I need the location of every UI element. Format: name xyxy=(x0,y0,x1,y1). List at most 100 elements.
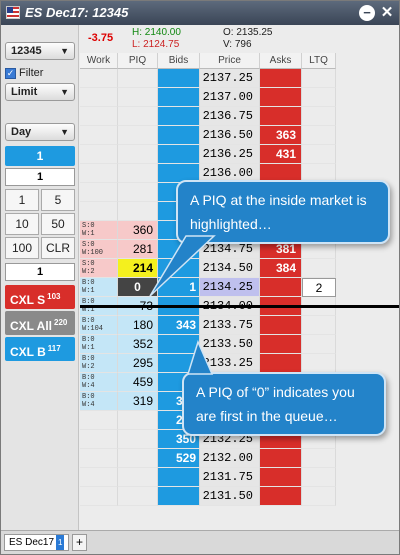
price-cell[interactable]: 2133.50 xyxy=(200,335,260,354)
bid-cell[interactable] xyxy=(158,126,200,145)
bid-cell[interactable] xyxy=(158,354,200,373)
ask-cell[interactable] xyxy=(260,354,302,373)
filter-checkbox[interactable]: ✓ Filter xyxy=(5,67,43,79)
cancel-buys-button[interactable]: CXL B 117 xyxy=(5,337,75,361)
tab-badge: 1 xyxy=(56,535,65,550)
session-volume: V: 796 xyxy=(223,39,252,50)
bid-cell[interactable] xyxy=(158,69,200,88)
clear-button[interactable]: CLR xyxy=(41,237,75,259)
price-cell[interactable]: 2133.25 xyxy=(200,354,260,373)
bid-cell[interactable] xyxy=(158,88,200,107)
bid-cell[interactable] xyxy=(158,107,200,126)
tif-select[interactable]: Day ▼ xyxy=(5,123,75,141)
ladder-row: 2131.50 xyxy=(80,487,399,506)
bid-cell[interactable] xyxy=(158,145,200,164)
qty-button-1[interactable]: 1 xyxy=(5,189,39,211)
working-orders-cell xyxy=(80,468,118,487)
workspace-tab-bar: ES Dec17 1 + xyxy=(1,530,399,554)
working-orders-cell xyxy=(80,449,118,468)
ask-cell[interactable] xyxy=(260,449,302,468)
bid-cell[interactable]: 529 xyxy=(158,449,200,468)
default-quantity-field[interactable]: 1 xyxy=(5,263,75,281)
column-header-asks[interactable]: Asks xyxy=(260,53,302,69)
ltq-cell xyxy=(302,335,336,354)
column-header-ltq[interactable]: LTQ xyxy=(302,53,336,69)
column-header-work[interactable]: Work xyxy=(80,53,118,69)
working-orders-cell: S:0 W:1 xyxy=(80,221,118,240)
working-orders-cell xyxy=(80,145,118,164)
bid-cell[interactable]: 343 xyxy=(158,316,200,335)
ask-cell[interactable] xyxy=(260,107,302,126)
cancel-all-button[interactable]: CXL All 220 xyxy=(5,311,75,335)
price-cell[interactable]: 2136.25 xyxy=(200,145,260,164)
ask-cell[interactable]: 431 xyxy=(260,145,302,164)
price-cell[interactable]: 2131.75 xyxy=(200,468,260,487)
piq-cell xyxy=(118,164,158,183)
price-cell[interactable]: 2137.00 xyxy=(200,88,260,107)
ltq-cell xyxy=(302,69,336,88)
bid-cell[interactable]: 1 xyxy=(158,278,200,297)
bid-cell[interactable] xyxy=(158,335,200,354)
ask-cell[interactable] xyxy=(260,69,302,88)
piq-cell xyxy=(118,183,158,202)
close-icon[interactable]: ✕ xyxy=(379,5,395,21)
bid-cell[interactable] xyxy=(158,487,200,506)
ltq-cell xyxy=(302,468,336,487)
price-cell[interactable]: 2134.50 xyxy=(200,259,260,278)
chevron-down-icon: ▼ xyxy=(60,127,69,137)
ask-cell[interactable] xyxy=(260,487,302,506)
ask-cell[interactable] xyxy=(260,335,302,354)
order-type-select[interactable]: Limit ▼ xyxy=(5,83,75,101)
piq-cell xyxy=(118,202,158,221)
ask-cell[interactable]: 363 xyxy=(260,126,302,145)
quantity-field[interactable]: 1 xyxy=(5,168,75,186)
qty-button-10[interactable]: 10 xyxy=(5,213,39,235)
price-cell[interactable]: 2134.25 xyxy=(200,278,260,297)
piq-cell xyxy=(118,69,158,88)
column-header-bids[interactable]: Bids xyxy=(158,53,200,69)
title-bar: ES Dec17: 12345 − ✕ xyxy=(1,1,399,25)
price-cell[interactable]: 2136.75 xyxy=(200,107,260,126)
piq-cell: 352 xyxy=(118,335,158,354)
column-header-price[interactable]: Price xyxy=(200,53,260,69)
price-cell[interactable]: 2132.00 xyxy=(200,449,260,468)
bid-cell[interactable] xyxy=(158,259,200,278)
price-cell[interactable]: 2133.75 xyxy=(200,316,260,335)
checkmark-icon: ✓ xyxy=(5,67,16,79)
qty-button-100[interactable]: 100 xyxy=(5,237,39,259)
us-flag-icon xyxy=(6,6,20,19)
minimize-icon[interactable]: − xyxy=(359,5,375,21)
qty-button-50[interactable]: 50 xyxy=(41,213,75,235)
ask-cell[interactable] xyxy=(260,316,302,335)
ladder-row: 2136.50 363 xyxy=(80,126,399,145)
ladder-row: B:0 W:1 0 1 2134.25 2 xyxy=(80,278,399,297)
bid-cell[interactable] xyxy=(158,468,200,487)
price-cell[interactable]: 2136.50 xyxy=(200,126,260,145)
price-cell[interactable]: 2131.50 xyxy=(200,487,260,506)
ladder-row: 2137.25 xyxy=(80,69,399,88)
ask-cell[interactable]: 384 xyxy=(260,259,302,278)
price-cell[interactable]: 2137.25 xyxy=(200,69,260,88)
qty-button-5[interactable]: 5 xyxy=(41,189,75,211)
ask-cell[interactable] xyxy=(260,468,302,487)
ask-cell[interactable] xyxy=(260,88,302,107)
session-open: O: 2135.25 xyxy=(223,27,273,38)
piq-cell: 214 xyxy=(118,259,158,278)
column-header-piq[interactable]: PIQ xyxy=(118,53,158,69)
sell-count-badge: 103 xyxy=(47,292,61,301)
add-tab-icon[interactable]: + xyxy=(72,534,87,551)
ltq-cell xyxy=(302,107,336,126)
account-select[interactable]: 12345 ▼ xyxy=(5,42,75,60)
ladder-row: 2136.75 xyxy=(80,107,399,126)
net-change: -3.75 xyxy=(88,32,114,44)
session-high: H: 2140.00 xyxy=(132,27,181,38)
ltq-cell xyxy=(302,449,336,468)
working-orders-cell: B:0 W:4 xyxy=(80,392,118,411)
quantity-display[interactable]: 1 xyxy=(5,146,75,166)
piq-cell xyxy=(118,487,158,506)
working-orders-cell: S:0 W:100 xyxy=(80,240,118,259)
cancel-sells-button[interactable]: CXL S 103 xyxy=(5,285,75,309)
ask-cell[interactable] xyxy=(260,278,302,297)
tab-es-dec17[interactable]: ES Dec17 1 xyxy=(4,534,70,551)
piq-cell xyxy=(118,107,158,126)
